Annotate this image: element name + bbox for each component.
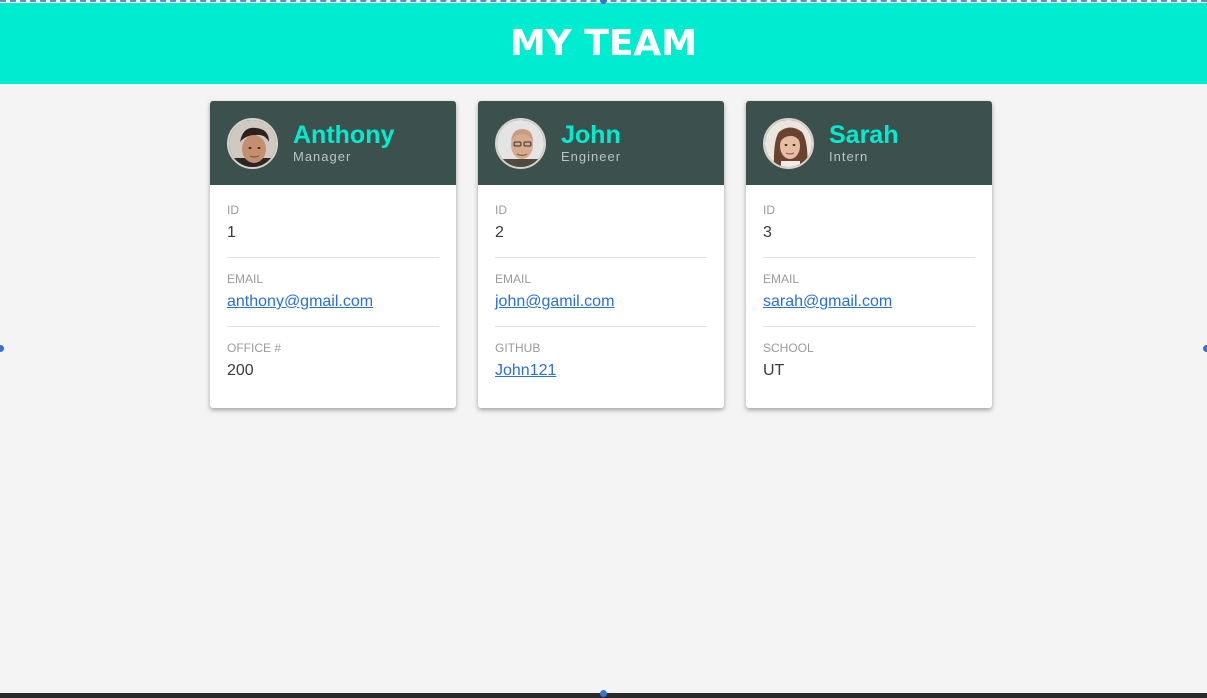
card-header: Anthony Manager bbox=[210, 101, 456, 185]
avatar bbox=[495, 117, 546, 169]
field-label: ID bbox=[763, 203, 775, 217]
field-id: ID 2 bbox=[495, 201, 707, 257]
field-label: EMAIL bbox=[495, 272, 532, 286]
field-label: SCHOOL bbox=[763, 341, 814, 355]
email-link[interactable]: anthony@gmail.com bbox=[227, 291, 439, 313]
resize-handle-right[interactable] bbox=[1203, 345, 1207, 352]
field-label: EMAIL bbox=[227, 272, 264, 286]
field-id: ID 1 bbox=[227, 201, 439, 257]
team-cards: Anthony Manager ID 1 EMAIL anthony@gmail… bbox=[210, 101, 992, 408]
field-github: GITHUB John121 bbox=[495, 326, 707, 395]
field-school: SCHOOL UT bbox=[763, 326, 975, 395]
employee-card-sarah: Sarah Intern ID 3 EMAIL sarah@gmail.com … bbox=[746, 101, 992, 408]
page-title: MY TEAM bbox=[509, 23, 698, 64]
page-header: MY TEAM bbox=[0, 3, 1207, 84]
employee-role: Intern bbox=[829, 149, 869, 164]
avatar bbox=[227, 117, 278, 169]
field-office: OFFICE # 200 bbox=[227, 326, 439, 395]
card-body: ID 3 EMAIL sarah@gmail.com SCHOOL UT bbox=[746, 185, 992, 395]
field-label: EMAIL bbox=[763, 272, 800, 286]
email-link[interactable]: john@gamil.com bbox=[495, 291, 707, 313]
employee-role: Engineer bbox=[561, 149, 622, 164]
employee-name: John bbox=[561, 121, 621, 149]
field-label: ID bbox=[495, 203, 507, 217]
field-email: EMAIL anthony@gmail.com bbox=[227, 257, 439, 326]
card-header: John Engineer bbox=[478, 101, 724, 185]
employee-card-anthony: Anthony Manager ID 1 EMAIL anthony@gmail… bbox=[210, 101, 456, 408]
field-label: OFFICE # bbox=[227, 341, 282, 355]
resize-handle-bottom[interactable] bbox=[600, 690, 607, 697]
field-value: 2 bbox=[495, 224, 504, 241]
field-value: 1 bbox=[227, 224, 236, 241]
field-id: ID 3 bbox=[763, 201, 975, 257]
field-value: 200 bbox=[227, 362, 254, 379]
email-link[interactable]: sarah@gmail.com bbox=[763, 291, 975, 313]
field-email: EMAIL john@gamil.com bbox=[495, 257, 707, 326]
field-label: GITHUB bbox=[495, 341, 541, 355]
employee-card-john: John Engineer ID 2 EMAIL john@gamil.com … bbox=[478, 101, 724, 408]
employee-name: Anthony bbox=[293, 121, 395, 149]
field-value: UT bbox=[763, 362, 785, 379]
card-body: ID 2 EMAIL john@gamil.com GITHUB John121 bbox=[478, 185, 724, 395]
field-label: ID bbox=[227, 203, 239, 217]
employee-role: Manager bbox=[293, 149, 352, 164]
employee-name: Sarah bbox=[829, 121, 899, 149]
card-body: ID 1 EMAIL anthony@gmail.com OFFICE # 20… bbox=[210, 185, 456, 395]
resize-handle-left[interactable] bbox=[0, 345, 4, 352]
avatar bbox=[763, 117, 814, 169]
field-email: EMAIL sarah@gmail.com bbox=[763, 257, 975, 326]
github-link[interactable]: John121 bbox=[495, 360, 707, 382]
field-value: 3 bbox=[763, 224, 772, 241]
card-header: Sarah Intern bbox=[746, 101, 992, 185]
